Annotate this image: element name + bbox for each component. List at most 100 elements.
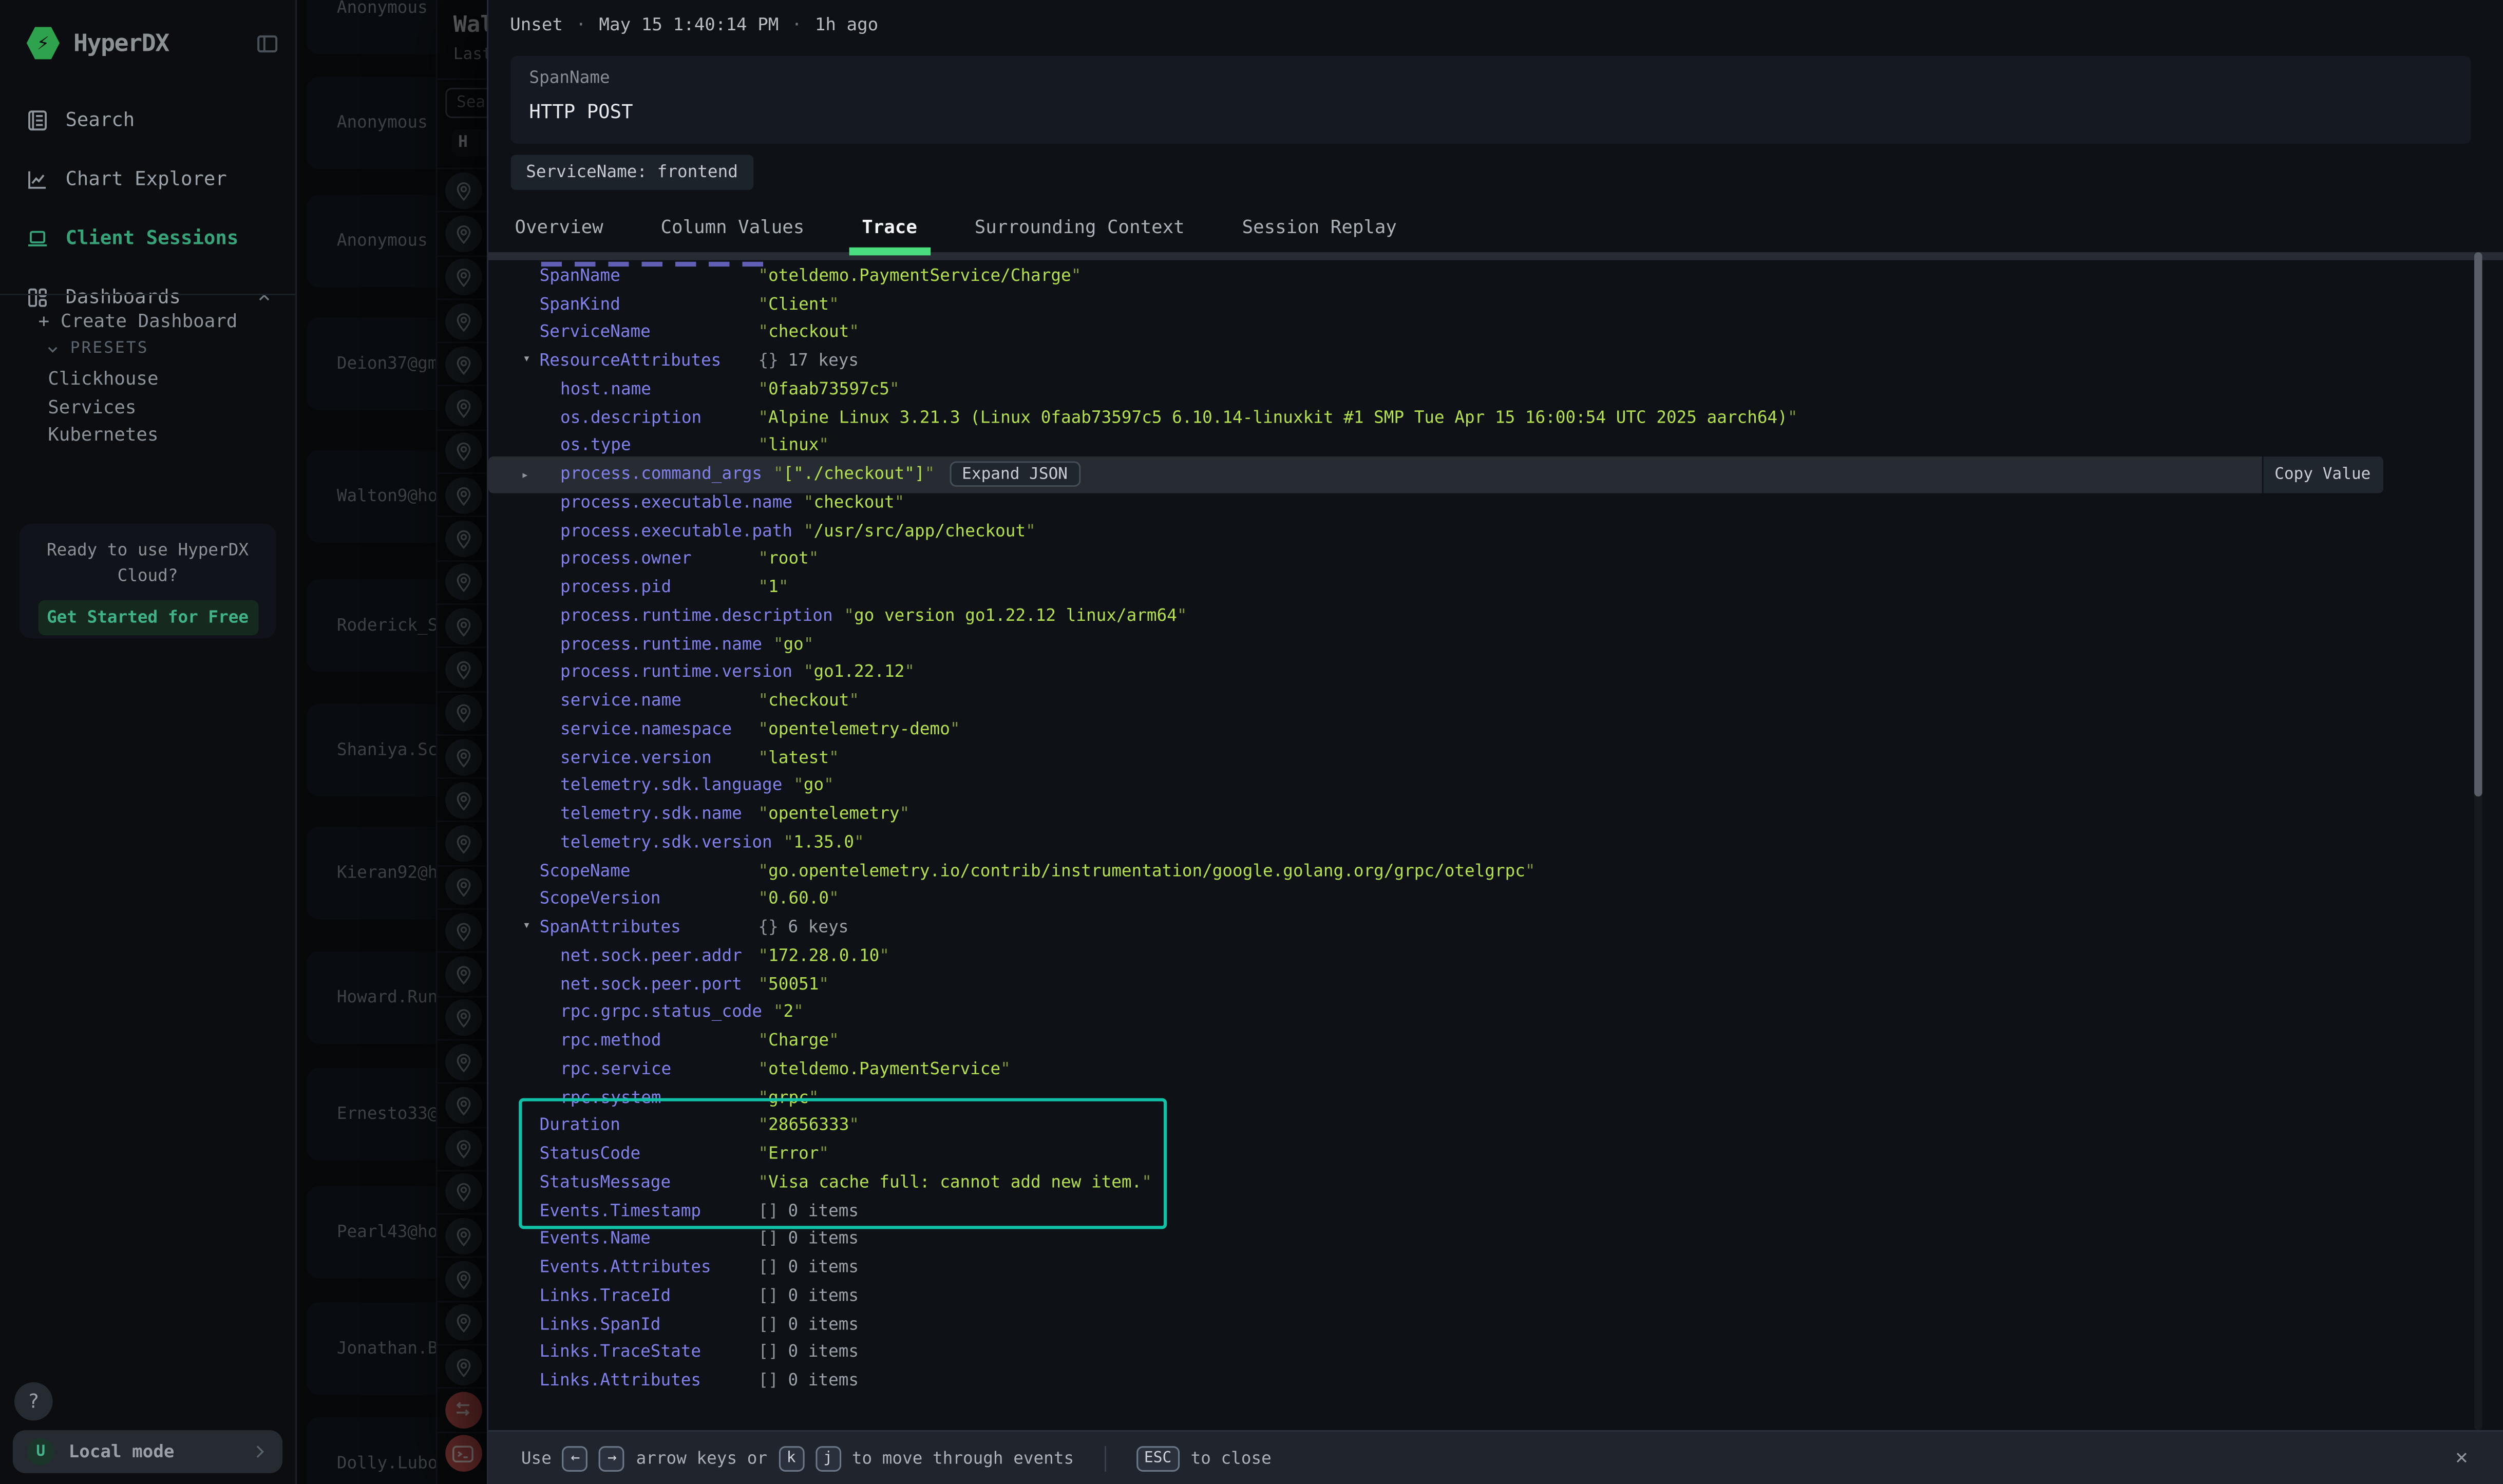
- attribute-value: "go1.22.12": [804, 663, 915, 682]
- attribute-meta: {}17 keys: [758, 351, 859, 370]
- trace-attribute-row-process.executable.name[interactable]: process.executable.name"checkout": [488, 488, 2503, 517]
- attribute-key: Events.Timestamp: [488, 1201, 747, 1220]
- trace-attribute-row-SpanAttributes[interactable]: ▾SpanAttributes{}6 keys: [488, 914, 2503, 942]
- event-timestamp: May 15 1:40:14 PM: [599, 14, 779, 35]
- close-icon[interactable]: ✕: [2455, 1446, 2468, 1470]
- trace-attribute-row-Links.TraceId[interactable]: Links.TraceId[]0 items: [488, 1282, 2503, 1310]
- trace-attribute-row-process.owner[interactable]: process.owner"root": [488, 545, 2503, 574]
- trace-attribute-row-ServiceName[interactable]: ServiceName"checkout": [488, 318, 2503, 347]
- logo-row: ⚡ HyperDX: [26, 23, 279, 64]
- sidebar-item-search[interactable]: Search: [0, 96, 295, 144]
- attribute-value: "/usr/src/app/checkout": [804, 521, 1036, 540]
- hint-text: to move through events: [852, 1449, 1074, 1468]
- trace-attribute-row-Events.Name[interactable]: Events.Name[]0 items: [488, 1225, 2503, 1253]
- scrollbar-thumb[interactable]: [2474, 252, 2482, 796]
- span-name-card: SpanName HTTP POST: [510, 56, 2471, 144]
- attribute-meta: []0 items: [758, 1258, 859, 1277]
- trace-attribute-row-host.name[interactable]: host.name"0faab73597c5": [488, 375, 2503, 403]
- trace-attribute-row-rpc.method[interactable]: rpc.method"Charge": [488, 1026, 2503, 1055]
- trace-attribute-row-telemetry.sdk.version[interactable]: telemetry.sdk.version "1.35.0": [488, 828, 2503, 857]
- trace-attribute-row-ScopeVersion[interactable]: ScopeVersion"0.60.0": [488, 885, 2503, 914]
- trace-attribute-row-rpc.service[interactable]: rpc.service"oteldemo.PaymentService": [488, 1055, 2503, 1083]
- trace-attribute-row-StatusMessage[interactable]: StatusMessage "Visa cache full: cannot ad…: [488, 1168, 2503, 1196]
- service-name-tag[interactable]: ServiceName: frontend: [510, 155, 754, 190]
- trace-attribute-row-Links.TraceState[interactable]: Links.TraceState[]0 items: [488, 1338, 2503, 1366]
- trace-attribute-row-service.name[interactable]: service.name"checkout": [488, 687, 2503, 715]
- chevron-up-icon: [255, 288, 273, 306]
- sidebar-preset-services[interactable]: Services: [48, 395, 136, 417]
- attribute-key: rpc.system: [488, 1088, 747, 1107]
- trace-attribute-row-os.description[interactable]: os.description"Alpine Linux 3.21.3 (Linu…: [488, 404, 2503, 432]
- trace-attribute-row-process.command_args[interactable]: ▸process.command_args"["./checkout"]"Exp…: [488, 460, 2503, 488]
- plus-icon: +: [39, 310, 50, 332]
- trace-attribute-row-service.namespace[interactable]: service.namespace"opentelemetry-demo": [488, 715, 2503, 744]
- sidebar: ⚡ HyperDX Search Chart Explorer Client Ses…: [0, 0, 297, 1484]
- attribute-value: "opentelemetry": [758, 805, 909, 824]
- sidebar-preset-clickhouse[interactable]: Clickhouse: [48, 367, 158, 390]
- attribute-key: Links.TraceState: [488, 1343, 747, 1362]
- footer-divider: [1104, 1445, 1106, 1471]
- tab-overview[interactable]: Overview: [515, 216, 603, 238]
- attribute-value: "28656333": [758, 1116, 859, 1135]
- attribute-value: "1.35.0": [783, 833, 864, 852]
- trace-attribute-row-process.runtime.description[interactable]: process.runtime.description"go version g…: [488, 602, 2503, 630]
- status-badge: Unset: [510, 14, 563, 35]
- attribute-key: StatusMessage: [488, 1173, 747, 1192]
- trace-attribute-row-StatusCode[interactable]: StatusCode"Error": [488, 1140, 2503, 1168]
- scrollbar[interactable]: [2474, 252, 2482, 1430]
- expand-json-button[interactable]: Expand JSON: [949, 462, 1080, 487]
- trace-attribute-row-Links.SpanId[interactable]: Links.SpanId[]0 items: [488, 1310, 2503, 1338]
- tab-session-replay[interactable]: Session Replay: [1242, 216, 1397, 238]
- trace-attribute-row-rpc.system[interactable]: rpc.system"grpc": [488, 1083, 2503, 1112]
- trace-attribute-row-SpanName[interactable]: SpanName"oteldemo.PaymentService/Charge": [488, 262, 2503, 290]
- attribute-key: process.pid: [488, 578, 747, 597]
- tab-bar: Overview Column Values Trace Surrounding Co…: [515, 204, 1396, 249]
- trace-attribute-row-service.version[interactable]: service.version"latest": [488, 744, 2503, 772]
- trace-attribute-row-ResourceAttributes[interactable]: ▾ResourceAttributes {}17 keys: [488, 347, 2503, 375]
- laptop-icon: [26, 225, 51, 251]
- tab-trace[interactable]: Trace: [862, 216, 917, 238]
- trace-attribute-row-Duration[interactable]: Duration"28656333": [488, 1112, 2503, 1140]
- tab-column-values[interactable]: Column Values: [661, 216, 805, 238]
- attribute-key: ▾ResourceAttributes: [488, 351, 747, 370]
- trace-attribute-row-telemetry.sdk.language[interactable]: telemetry.sdk.language"go": [488, 772, 2503, 800]
- attribute-value: "root": [758, 549, 819, 568]
- attribute-key: telemetry.sdk.version: [488, 833, 772, 852]
- presets-toggle[interactable]: PRESETS: [45, 340, 149, 357]
- attribute-meta: []0 items: [758, 1286, 859, 1305]
- sidebar-item-client-sessions[interactable]: Client Sessions: [0, 214, 295, 262]
- trace-attribute-row-process.runtime.version[interactable]: process.runtime.version"go1.22.12": [488, 658, 2503, 687]
- trace-attribute-row-Events.Timestamp[interactable]: Events.Timestamp[]0 items: [488, 1197, 2503, 1225]
- attribute-value: "0.60.0": [758, 890, 839, 909]
- trace-attribute-row-net.sock.peer.port[interactable]: net.sock.peer.port"50051": [488, 970, 2503, 998]
- local-mode-button[interactable]: U Local mode: [13, 1430, 282, 1473]
- trace-attribute-row-net.sock.peer.addr[interactable]: net.sock.peer.addr"172.28.0.10": [488, 942, 2503, 970]
- trace-attribute-row-ScopeName[interactable]: ScopeName"go.opentelemetry.io/contrib/in…: [488, 857, 2503, 885]
- attribute-key: ScopeName: [488, 861, 747, 880]
- caret-down-icon: ▾: [523, 351, 530, 366]
- attribute-value: "Visa cache full: cannot add new item.": [758, 1173, 1151, 1192]
- trace-attribute-row-process.runtime.name[interactable]: process.runtime.name"go": [488, 630, 2503, 658]
- get-started-button[interactable]: Get Started for Free: [37, 600, 258, 635]
- attribute-key: net.sock.peer.port: [488, 975, 747, 994]
- tab-surrounding-context[interactable]: Surrounding Context: [975, 216, 1185, 238]
- create-dashboard-button[interactable]: + Create Dashboard: [39, 310, 238, 332]
- trace-attribute-row-rpc.grpc.status_code[interactable]: rpc.grpc.status_code"2": [488, 998, 2503, 1026]
- attribute-value: "opentelemetry-demo": [758, 719, 960, 738]
- attribute-value: "latest": [758, 748, 839, 767]
- trace-attribute-row-Events.Attributes[interactable]: Events.Attributes[]0 items: [488, 1253, 2503, 1282]
- attribute-key: net.sock.peer.addr: [488, 946, 747, 965]
- sidebar-item-chart-explorer[interactable]: Chart Explorer: [0, 155, 295, 203]
- trace-attribute-row-process.pid[interactable]: process.pid"1": [488, 574, 2503, 602]
- sidebar-preset-kubernetes[interactable]: Kubernetes: [48, 423, 158, 446]
- sidebar-item-label: Search: [65, 108, 135, 131]
- trace-attribute-row-process.executable.path[interactable]: process.executable.path"/usr/src/app/che…: [488, 517, 2503, 545]
- collapse-sidebar-icon[interactable]: [255, 31, 279, 55]
- copy-value-button[interactable]: Copy Value: [2261, 456, 2382, 492]
- trace-attribute-row-os.type[interactable]: os.type"linux": [488, 432, 2503, 460]
- modal-backdrop: [297, 0, 487, 1484]
- trace-attribute-row-telemetry.sdk.name[interactable]: telemetry.sdk.name"opentelemetry": [488, 800, 2503, 828]
- trace-attribute-row-Links.Attributes[interactable]: Links.Attributes[]0 items: [488, 1367, 2503, 1395]
- help-button[interactable]: ?: [14, 1382, 53, 1421]
- trace-attribute-row-SpanKind[interactable]: SpanKind"Client": [488, 290, 2503, 318]
